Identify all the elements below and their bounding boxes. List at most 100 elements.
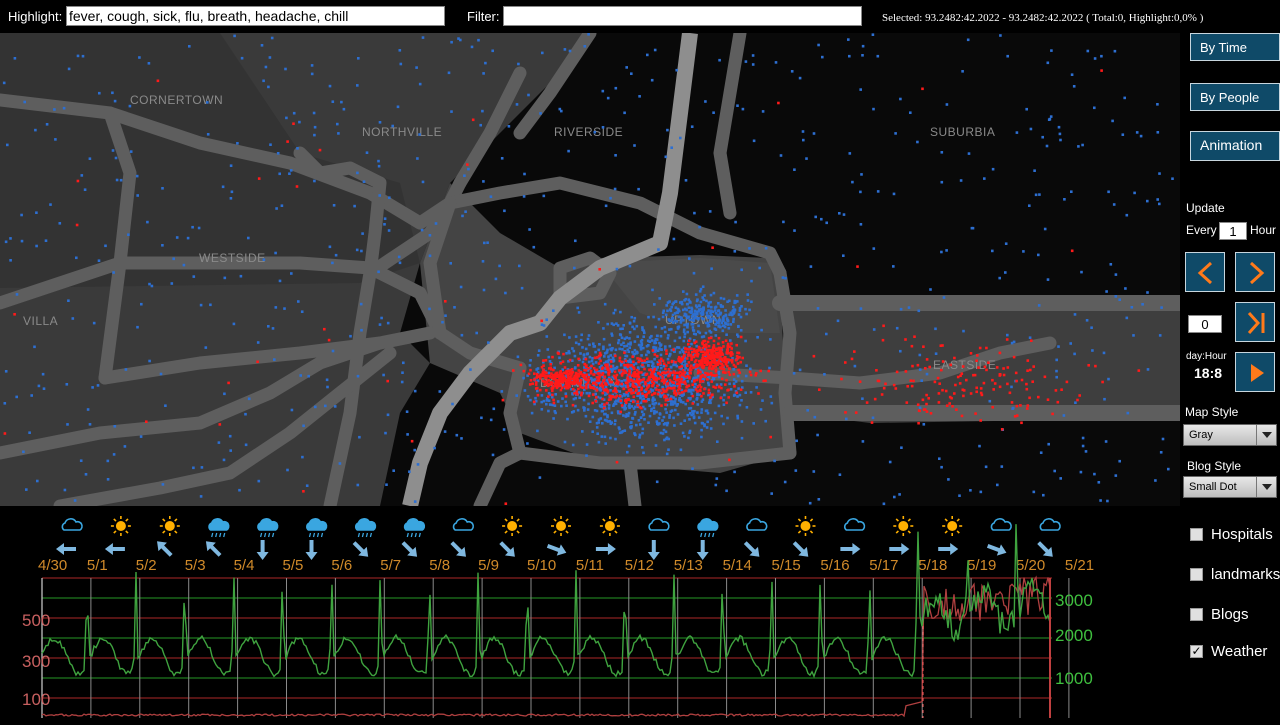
blog-dot (718, 349, 722, 353)
blog-dot (668, 378, 672, 382)
prev-step-button[interactable] (1185, 252, 1225, 292)
blog-dot (568, 370, 571, 373)
blog-dot (700, 435, 703, 439)
blog-dot (645, 357, 649, 361)
blog-dot (601, 89, 605, 93)
blog-dot (340, 100, 343, 104)
blog-dot (124, 368, 128, 371)
map-style-select[interactable]: Gray (1183, 424, 1277, 446)
blog-dot (564, 392, 568, 395)
blog-dot (662, 371, 666, 374)
blog-style-select[interactable]: Small Dot (1183, 476, 1277, 498)
by-people-button[interactable]: By People (1190, 83, 1280, 111)
blog-dot (563, 440, 567, 444)
blog-dot (710, 267, 713, 270)
blog-dot (1030, 339, 1033, 342)
blog-dot (1109, 263, 1113, 266)
blog-dot (136, 325, 139, 329)
blog-dot (724, 314, 728, 317)
blog-dot (698, 347, 701, 350)
blog-dot (236, 142, 239, 145)
blog-dot (976, 354, 979, 357)
blog-dot (382, 373, 385, 377)
city-map[interactable]: CORNERTOWN NORTHVILLE RIVERSIDE SUBURBIA… (0, 26, 1188, 513)
blog-dot (938, 457, 941, 460)
step-counter-input[interactable] (1188, 315, 1222, 333)
date-label: 5/10 (527, 557, 556, 574)
skip-end-button[interactable] (1235, 302, 1275, 342)
blog-dot (880, 393, 884, 396)
blog-dot (740, 379, 744, 383)
blog-dot (699, 312, 703, 315)
blog-dot (384, 431, 387, 435)
blog-dot (744, 374, 748, 378)
blogs-checkbox[interactable] (1190, 608, 1203, 621)
blog-dot (1113, 49, 1117, 53)
blog-dot (610, 332, 613, 336)
blog-dot (823, 373, 826, 376)
timeline-panel[interactable]: 4/30 5/1 5/2 5/3 5/4 5/5 5/6 5/7 5/8 5/9 5/10 5/11 5… (0, 506, 1180, 720)
blog-dot (687, 361, 691, 364)
highlight-input[interactable] (66, 6, 445, 26)
blog-dot (623, 337, 627, 341)
blog-dot (988, 399, 992, 403)
blog-dot (872, 247, 876, 250)
blog-dot (504, 502, 508, 505)
blog-dot (1062, 414, 1066, 417)
blog-dot (356, 483, 360, 487)
timeline-canvas[interactable]: 4/30 5/1 5/2 5/3 5/4 5/5 5/6 5/7 5/8 5/9 5/10 5/11 5… (0, 506, 1180, 720)
next-step-button[interactable] (1235, 252, 1275, 292)
blog-dot (954, 383, 957, 387)
blog-dot (546, 348, 550, 351)
blog-dot (584, 414, 588, 418)
weather-checkbox[interactable]: ✓ (1190, 645, 1203, 658)
filter-input[interactable] (503, 6, 862, 26)
landmarks-checkbox[interactable] (1190, 568, 1203, 581)
blog-dot (619, 310, 622, 314)
animation-button[interactable]: Animation (1190, 131, 1280, 161)
blog-dot (332, 204, 336, 207)
blog-dot (637, 343, 641, 347)
blog-dot (998, 385, 1002, 389)
blog-dot (22, 450, 25, 454)
blog-dot (571, 443, 575, 447)
play-button[interactable] (1235, 352, 1275, 392)
blog-dot (1070, 190, 1073, 193)
map-canvas[interactable]: CORNERTOWN NORTHVILLE RIVERSIDE SUBURBIA… (0, 26, 1188, 513)
blog-dot (736, 395, 739, 398)
blog-style-label: Blog Style (1187, 459, 1242, 473)
blog-dot (599, 353, 603, 357)
hospitals-checkbox[interactable] (1190, 528, 1203, 541)
blog-dot (728, 373, 732, 377)
blog-dot (460, 333, 464, 337)
blog-dot (615, 460, 619, 464)
blog-dot (685, 357, 689, 360)
blog-dot (285, 116, 288, 120)
blog-dot (634, 380, 637, 383)
blog-dot (385, 483, 388, 486)
blog-dot (703, 375, 707, 378)
blog-dot (674, 360, 677, 364)
blog-dot (482, 180, 485, 183)
blog-dot (1081, 436, 1085, 440)
blog-dot (707, 388, 711, 392)
sun-icon (551, 516, 571, 536)
blog-dot (720, 377, 724, 381)
blog-dot (744, 339, 747, 343)
blog-dot (692, 271, 696, 275)
blog-dot (428, 307, 431, 311)
by-time-button[interactable]: By Time (1190, 33, 1280, 61)
blog-dot (67, 299, 70, 302)
blog-dot (594, 361, 598, 364)
blog-dot (663, 380, 666, 383)
blog-dot (362, 180, 366, 183)
date-label: 5/3 (185, 557, 206, 574)
blog-dot (1158, 334, 1162, 337)
blog-dot (463, 174, 466, 177)
blog-dot (1146, 291, 1149, 294)
blog-dot (638, 433, 642, 437)
every-hours-input[interactable] (1219, 222, 1247, 240)
blog-dot (782, 220, 785, 224)
blog-dot (1039, 451, 1043, 454)
blog-dot (627, 342, 630, 346)
